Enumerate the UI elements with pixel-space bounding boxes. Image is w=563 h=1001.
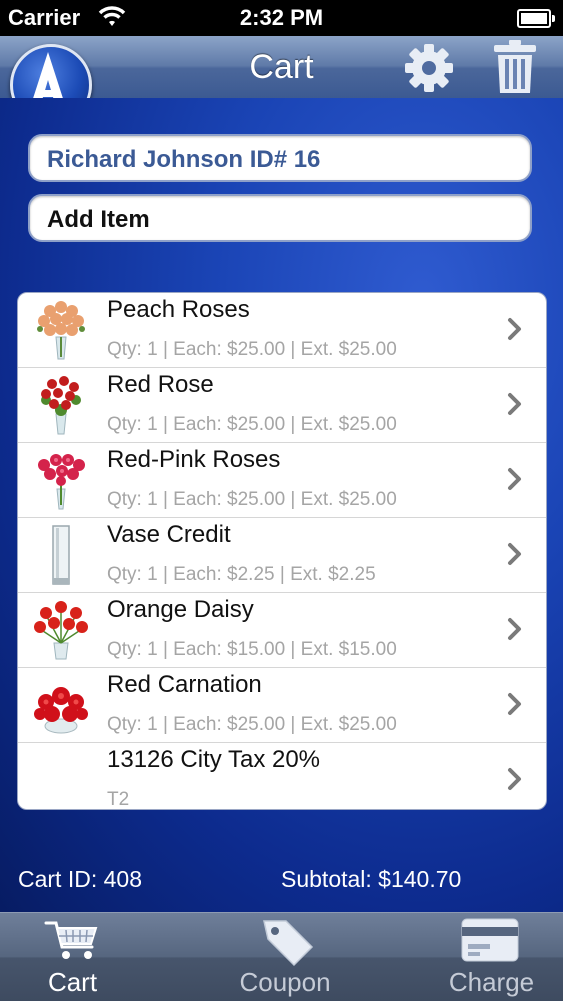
- orange-daisy-thumbnail: [34, 601, 88, 660]
- red-rose-thumbnail: [41, 376, 81, 435]
- chevron-right-icon: [508, 768, 521, 790]
- cart-item-orange-daisy[interactable]: Orange Daisy Qty: 1 | Each: $15.00 | Ext…: [18, 593, 546, 668]
- item-detail: Qty: 1 | Each: $25.00 | Ext. $25.00: [107, 414, 397, 435]
- trash-icon[interactable]: [492, 38, 538, 96]
- red-carnation-thumbnail: [34, 687, 88, 734]
- peach-roses-thumbnail: [37, 301, 85, 360]
- item-name: Orange Daisy: [107, 596, 254, 623]
- chevron-right-icon: [508, 318, 521, 340]
- tab-bar: Cart Coupon Charge: [0, 912, 563, 1001]
- chevron-right-icon: [508, 393, 521, 415]
- red-pink-roses-thumbnail: [38, 454, 85, 510]
- chevron-right-icon: [508, 693, 521, 715]
- cart-id-label: Cart ID: 408: [18, 866, 142, 892]
- chevron-right-icon: [508, 543, 521, 565]
- clock: 2:32 PM: [239, 5, 324, 30]
- add-item-button[interactable]: Add Item: [28, 194, 532, 242]
- item-detail: T2: [107, 789, 130, 810]
- chevron-right-icon: [508, 618, 521, 640]
- item-detail: Qty: 1 | Each: $25.00 | Ext. $25.00: [107, 714, 397, 735]
- credit-card-icon: [461, 918, 519, 962]
- cart-item-peach-roses[interactable]: Peach Roses Qty: 1 | Each: $25.00 | Ext.…: [18, 293, 546, 368]
- chevron-right-icon: [508, 468, 521, 490]
- tab-cart[interactable]: Cart: [0, 913, 145, 1001]
- cart-item-red-pink-roses[interactable]: Red-Pink Roses Qty: 1 | Each: $25.00 | E…: [18, 443, 546, 518]
- tab-label: Cart: [47, 967, 98, 997]
- item-name: Peach Roses: [107, 296, 250, 323]
- vase-thumbnail: [52, 525, 70, 585]
- item-name: 13126 City Tax 20%: [107, 746, 321, 773]
- tab-label: Charge: [448, 967, 535, 997]
- item-detail: Qty: 1 | Each: $2.25 | Ext. $2.25: [107, 564, 376, 585]
- tab-charge[interactable]: Charge: [420, 913, 563, 1001]
- cart-item-city-tax[interactable]: 13126 City Tax 20% T2: [18, 743, 546, 810]
- tab-coupon[interactable]: Coupon: [200, 913, 370, 1001]
- item-name: Vase Credit: [107, 521, 231, 548]
- cart-item-list: Peach Roses Qty: 1 | Each: $25.00 | Ext.…: [17, 292, 547, 810]
- cart-item-vase-credit[interactable]: Vase Credit Qty: 1 | Each: $2.25 | Ext. …: [18, 518, 546, 593]
- status-bar: Carrier 2:32 PM: [0, 0, 563, 36]
- customer-field[interactable]: Richard Johnson ID# 16: [28, 134, 532, 182]
- subtotal-label: Subtotal: $140.70: [281, 866, 462, 892]
- item-name: Red-Pink Roses: [107, 446, 281, 473]
- cart-icon: [44, 921, 98, 959]
- item-detail: Qty: 1 | Each: $25.00 | Ext. $25.00: [107, 339, 397, 360]
- item-detail: Qty: 1 | Each: $15.00 | Ext. $15.00: [107, 639, 397, 660]
- item-name: Red Rose: [107, 371, 214, 398]
- tag-icon: [263, 920, 314, 967]
- tab-label: Coupon: [239, 967, 331, 997]
- item-name: Red Carnation: [107, 671, 262, 698]
- battery-icon: [517, 9, 555, 28]
- cart-item-red-carnation[interactable]: Red Carnation Qty: 1 | Each: $25.00 | Ex…: [18, 668, 546, 743]
- item-detail: Qty: 1 | Each: $25.00 | Ext. $25.00: [107, 489, 397, 510]
- cart-item-red-rose[interactable]: Red Rose Qty: 1 | Each: $25.00 | Ext. $2…: [18, 368, 546, 443]
- gear-icon[interactable]: [402, 41, 456, 95]
